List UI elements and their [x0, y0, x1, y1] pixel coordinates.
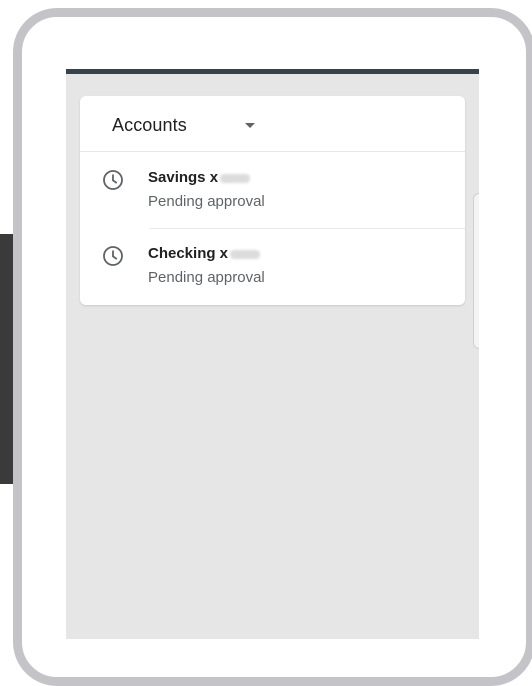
clock-icon — [103, 246, 123, 266]
account-status: Pending approval — [148, 269, 265, 286]
accounts-header[interactable]: Accounts — [80, 96, 465, 152]
top-app-bar — [66, 69, 479, 74]
account-status: Pending approval — [148, 193, 265, 210]
account-name: Savings x — [148, 169, 251, 186]
side-drawer-handle[interactable] — [473, 193, 479, 349]
accounts-card: Accounts Savings x Pending approval Chec… — [80, 96, 465, 305]
masked-account-number — [220, 173, 251, 183]
account-name: Checking x — [148, 245, 261, 262]
accounts-title: Accounts — [112, 115, 187, 135]
app-screen: Accounts Savings x Pending approval Chec… — [66, 69, 479, 639]
account-row-checking[interactable]: Checking x Pending approval — [103, 228, 465, 304]
clock-icon — [103, 170, 123, 190]
caret-down-icon[interactable] — [245, 123, 255, 128]
account-row-savings[interactable]: Savings x Pending approval — [80, 152, 465, 228]
masked-account-number — [230, 249, 261, 259]
device-side-edge — [0, 234, 14, 484]
